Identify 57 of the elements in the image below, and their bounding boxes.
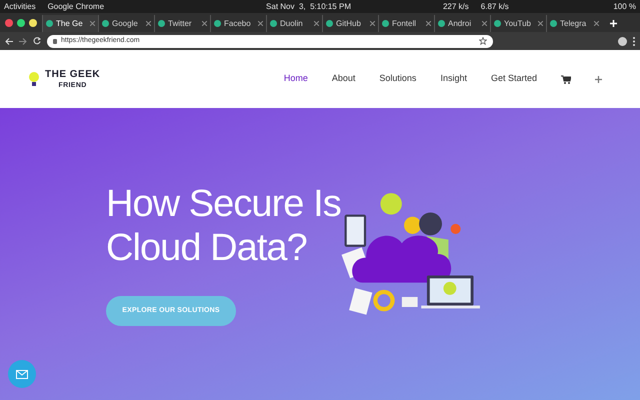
nav-link[interactable]: Get Started [490,72,537,86]
clock-text: Sat Nov 3, 5:10:15 PM [266,0,351,12]
tab-title: Fontell [392,18,416,30]
favicon-icon [46,20,53,27]
nav-link[interactable]: About [332,72,356,86]
download-speed-text: 227 k/s [442,0,469,12]
cart-icon[interactable] [561,74,571,84]
favicon-icon [326,20,333,27]
upload-speed-text: 6.87 k/s [480,0,509,12]
app-menu-label[interactable]: Google Chrome [48,0,104,12]
plus-icon[interactable] [595,76,602,82]
tab-title: Facebo [224,18,251,30]
nav-link[interactable]: Home [284,72,308,86]
favicon-icon [382,20,389,27]
tab-title: Google [112,18,138,30]
favicon-icon [270,20,277,27]
close-icon[interactable] [202,21,207,26]
forward-icon[interactable] [19,38,27,44]
back-icon[interactable] [5,38,13,44]
tab-title: Androi [448,18,472,30]
hero-heading: Cloud Data? [106,226,308,270]
mail-icon [16,370,28,378]
new-tab-icon[interactable] [610,20,617,27]
logo-text: THE GEEK [45,70,100,80]
favicon-icon [158,20,165,27]
favicon-icon [214,20,221,27]
favicon-icon [102,20,109,27]
close-icon[interactable] [90,21,95,26]
close-icon[interactable] [314,21,319,26]
close-icon[interactable] [146,21,151,26]
tab-title: The Ge [56,18,83,30]
hero-heading: How Secure Is [106,182,341,226]
browser-tab[interactable]: The Ge [42,15,98,32]
lock-icon [53,38,57,44]
nav-link[interactable]: Insight [440,72,467,86]
close-icon[interactable] [426,21,431,26]
close-icon[interactable] [482,21,487,26]
tab-title: GitHub [336,18,361,30]
favicon-icon [494,20,501,27]
close-icon[interactable] [258,21,263,26]
lightbulb-icon [28,70,40,88]
battery-text: 100 % [613,0,636,12]
nav-link[interactable]: Solutions [379,72,416,86]
tab-title: YouTub [504,18,531,30]
favicon-icon [438,20,445,27]
close-icon[interactable] [538,21,543,26]
tab-title: Duolin [280,18,303,30]
tab-title: Telegra [560,18,586,30]
tab-title: Twitter [168,18,192,30]
email-button[interactable] [8,360,36,388]
extension-icon[interactable] [618,36,627,46]
close-icon[interactable] [370,21,375,26]
close-icon[interactable] [594,21,599,26]
favicon-icon [550,20,557,27]
reload-icon[interactable] [33,37,41,45]
star-icon[interactable] [479,37,487,45]
activities-label[interactable]: Activities [4,0,36,12]
